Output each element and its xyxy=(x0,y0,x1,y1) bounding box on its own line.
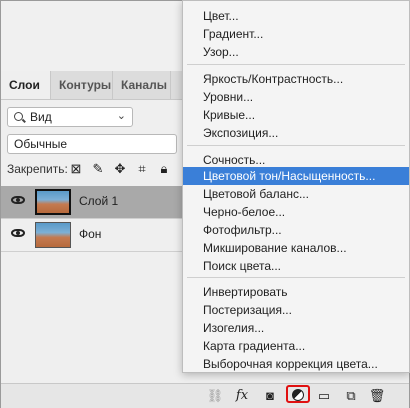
menu-item-pattern[interactable]: Узор... xyxy=(183,43,409,61)
trash-icon[interactable]: 🗑︎ xyxy=(368,388,386,404)
menu-separator xyxy=(187,145,405,146)
menu-item-hue-saturation[interactable]: Цветовой тон/Насыщенность... xyxy=(183,167,409,185)
menu-item-selective-color[interactable]: Выборочная коррекция цвета... xyxy=(183,355,409,372)
lock-all-icon[interactable]: 🔒︎ xyxy=(156,161,172,177)
add-mask-icon[interactable]: ◙ xyxy=(261,388,279,404)
layer-filter-select[interactable]: Вид ⌄ xyxy=(7,107,133,127)
visibility-eye-icon[interactable] xyxy=(11,196,25,204)
menu-item-black-white[interactable]: Черно-белое... xyxy=(183,203,409,221)
menu-separator xyxy=(187,64,405,65)
layer-row-background[interactable]: Фон xyxy=(1,219,183,252)
menu-item-levels[interactable]: Уровни... xyxy=(183,88,409,106)
layer-thumbnail xyxy=(35,189,71,215)
fx-button[interactable]: fx xyxy=(233,388,251,404)
layer-row-layer1[interactable]: Слой 1 xyxy=(1,186,183,219)
menu-item-exposure[interactable]: Экспозиция... xyxy=(183,124,409,142)
search-icon xyxy=(14,112,23,121)
lock-move-icon[interactable]: ✥ xyxy=(112,161,128,177)
menu-item-color-lookup[interactable]: Поиск цвета... xyxy=(183,257,409,275)
blend-mode-select[interactable]: Обычные xyxy=(7,134,177,154)
menu-separator xyxy=(187,277,405,278)
tab-channels[interactable]: Каналы xyxy=(113,71,171,99)
menu-item-gradient[interactable]: Градиент... xyxy=(183,25,409,43)
adjustment-menu: Цвет... Градиент... Узор... Яркость/Конт… xyxy=(182,0,410,373)
lock-label: Закрепить: xyxy=(7,162,68,176)
menu-item-photo-filter[interactable]: Фотофильтр... xyxy=(183,221,409,239)
menu-item-gradient-map[interactable]: Карта градиента... xyxy=(183,337,409,355)
link-layers-icon[interactable]: ⛓ xyxy=(206,388,224,404)
menu-item-color-balance[interactable]: Цветовой баланс... xyxy=(183,185,409,203)
menu-item-invert[interactable]: Инвертировать xyxy=(183,283,409,301)
new-adjustment-layer-button[interactable] xyxy=(286,385,310,403)
blend-mode-value: Обычные xyxy=(14,137,68,151)
visibility-eye-icon[interactable] xyxy=(11,229,25,237)
menu-item-posterize[interactable]: Постеризация... xyxy=(183,301,409,319)
chevron-down-icon: ⌄ xyxy=(116,110,126,122)
lock-transparency-icon[interactable]: ⊠ xyxy=(68,161,84,177)
menu-item-color[interactable]: Цвет... xyxy=(183,7,409,25)
filter-label: Вид xyxy=(30,110,52,124)
menu-item-threshold[interactable]: Изогелия... xyxy=(183,319,409,337)
half-circle-icon xyxy=(292,389,304,401)
menu-item-curves[interactable]: Кривые... xyxy=(183,106,409,124)
layer-name: Слой 1 xyxy=(79,194,119,208)
tab-paths[interactable]: Контуры xyxy=(51,71,113,99)
panel-bottom-bar: ⛓ fx ◙ ▭ ⧉ 🗑︎ xyxy=(1,383,409,408)
layer-name: Фон xyxy=(79,227,102,241)
menu-item-channel-mixer[interactable]: Микширование каналов... xyxy=(183,239,409,257)
menu-item-brightness-contrast[interactable]: Яркость/Контрастность... xyxy=(183,70,409,88)
tab-layers[interactable]: Слои xyxy=(1,71,51,99)
lock-brush-icon[interactable]: ✎ xyxy=(90,161,106,177)
folder-icon[interactable]: ▭ xyxy=(315,388,333,404)
new-layer-icon[interactable]: ⧉ xyxy=(342,388,360,404)
lock-artboard-icon[interactable]: ⌗ xyxy=(134,161,150,177)
layer-thumbnail xyxy=(35,222,71,248)
